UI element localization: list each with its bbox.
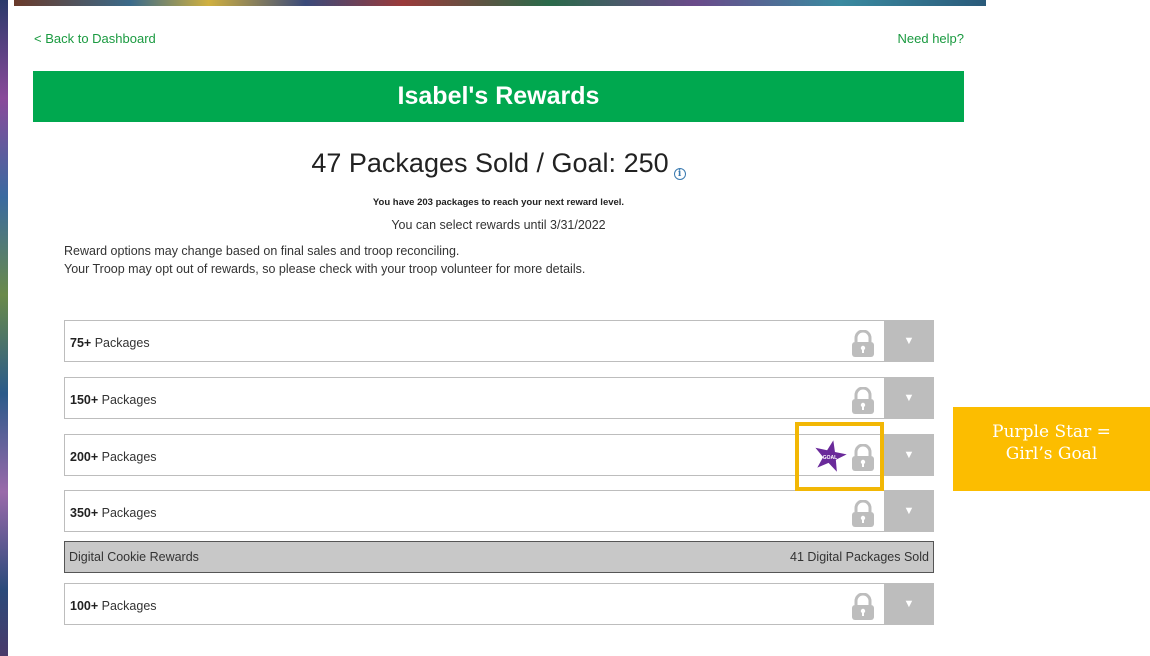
chevron-down-icon[interactable]: ▼ [884,490,934,532]
chevron-down-icon[interactable]: ▼ [884,583,934,625]
chevron-down-icon[interactable]: ▼ [884,434,934,476]
lock-icon [852,500,874,527]
reward-level-label: 200+ Packages [65,446,157,464]
packages-summary: 47 Packages Sold / Goal: 250 i [33,148,964,180]
reward-row-350[interactable]: 350+ Packages ▼ [64,490,934,532]
page-title: Isabel's Rewards [397,82,600,110]
next-level-message: You have 203 packages to reach your next… [372,197,625,208]
digital-rewards-label: Digital Cookie Rewards [69,550,199,564]
goal-legend-callout: Purple Star = Girl’s Goal [953,407,1150,491]
reward-level-label: 350+ Packages [65,502,157,520]
lock-icon [852,593,874,620]
digital-cookie-rewards-header: Digital Cookie Rewards 41 Digital Packag… [64,541,934,573]
reward-suffix: Packages [98,599,157,613]
reward-threshold: 350+ [70,506,99,520]
page-title-banner: Isabel's Rewards [33,71,964,122]
goal-highlight-box [795,422,884,491]
reward-threshold: 100+ [70,599,99,613]
reward-deadline: You can select rewards until 3/31/2022 [391,218,606,232]
reward-level-label: 150+ Packages [65,389,157,407]
background-art-left [0,0,14,656]
info-icon[interactable]: i [673,168,686,180]
reward-suffix: Packages [98,450,157,464]
reward-level-label: 100+ Packages [65,595,157,613]
packages-headline: 47 Packages Sold / Goal: 250 [311,148,669,178]
legend-line-2: Girl’s Goal [1005,444,1098,464]
legend-line-1: Purple Star = [992,422,1111,442]
reward-suffix: Packages [98,393,157,407]
reward-threshold: 200+ [70,450,99,464]
reward-row-digital-100[interactable]: 100+ Packages ▼ [64,583,934,625]
chevron-down-icon[interactable]: ▼ [884,320,934,362]
need-help-link[interactable]: Need help? [898,31,965,46]
lock-icon [852,330,874,357]
reward-note-sales: Reward options may change based on final… [64,244,460,258]
back-to-dashboard-link[interactable]: < Back to Dashboard [34,31,156,46]
lock-icon [852,387,874,414]
reward-threshold: 150+ [70,393,99,407]
background-art-top [14,0,986,12]
reward-threshold: 75+ [70,336,92,350]
reward-suffix: Packages [91,336,150,350]
reward-row-75[interactable]: 75+ Packages ▼ [64,320,934,362]
chevron-down-icon[interactable]: ▼ [884,377,934,419]
reward-suffix: Packages [98,506,157,520]
reward-row-150[interactable]: 150+ Packages ▼ [64,377,934,419]
reward-level-label: 75+ Packages [65,332,150,350]
reward-note-troop: Your Troop may opt out of rewards, so pl… [64,262,586,276]
digital-packages-sold: 41 Digital Packages Sold [790,550,929,564]
